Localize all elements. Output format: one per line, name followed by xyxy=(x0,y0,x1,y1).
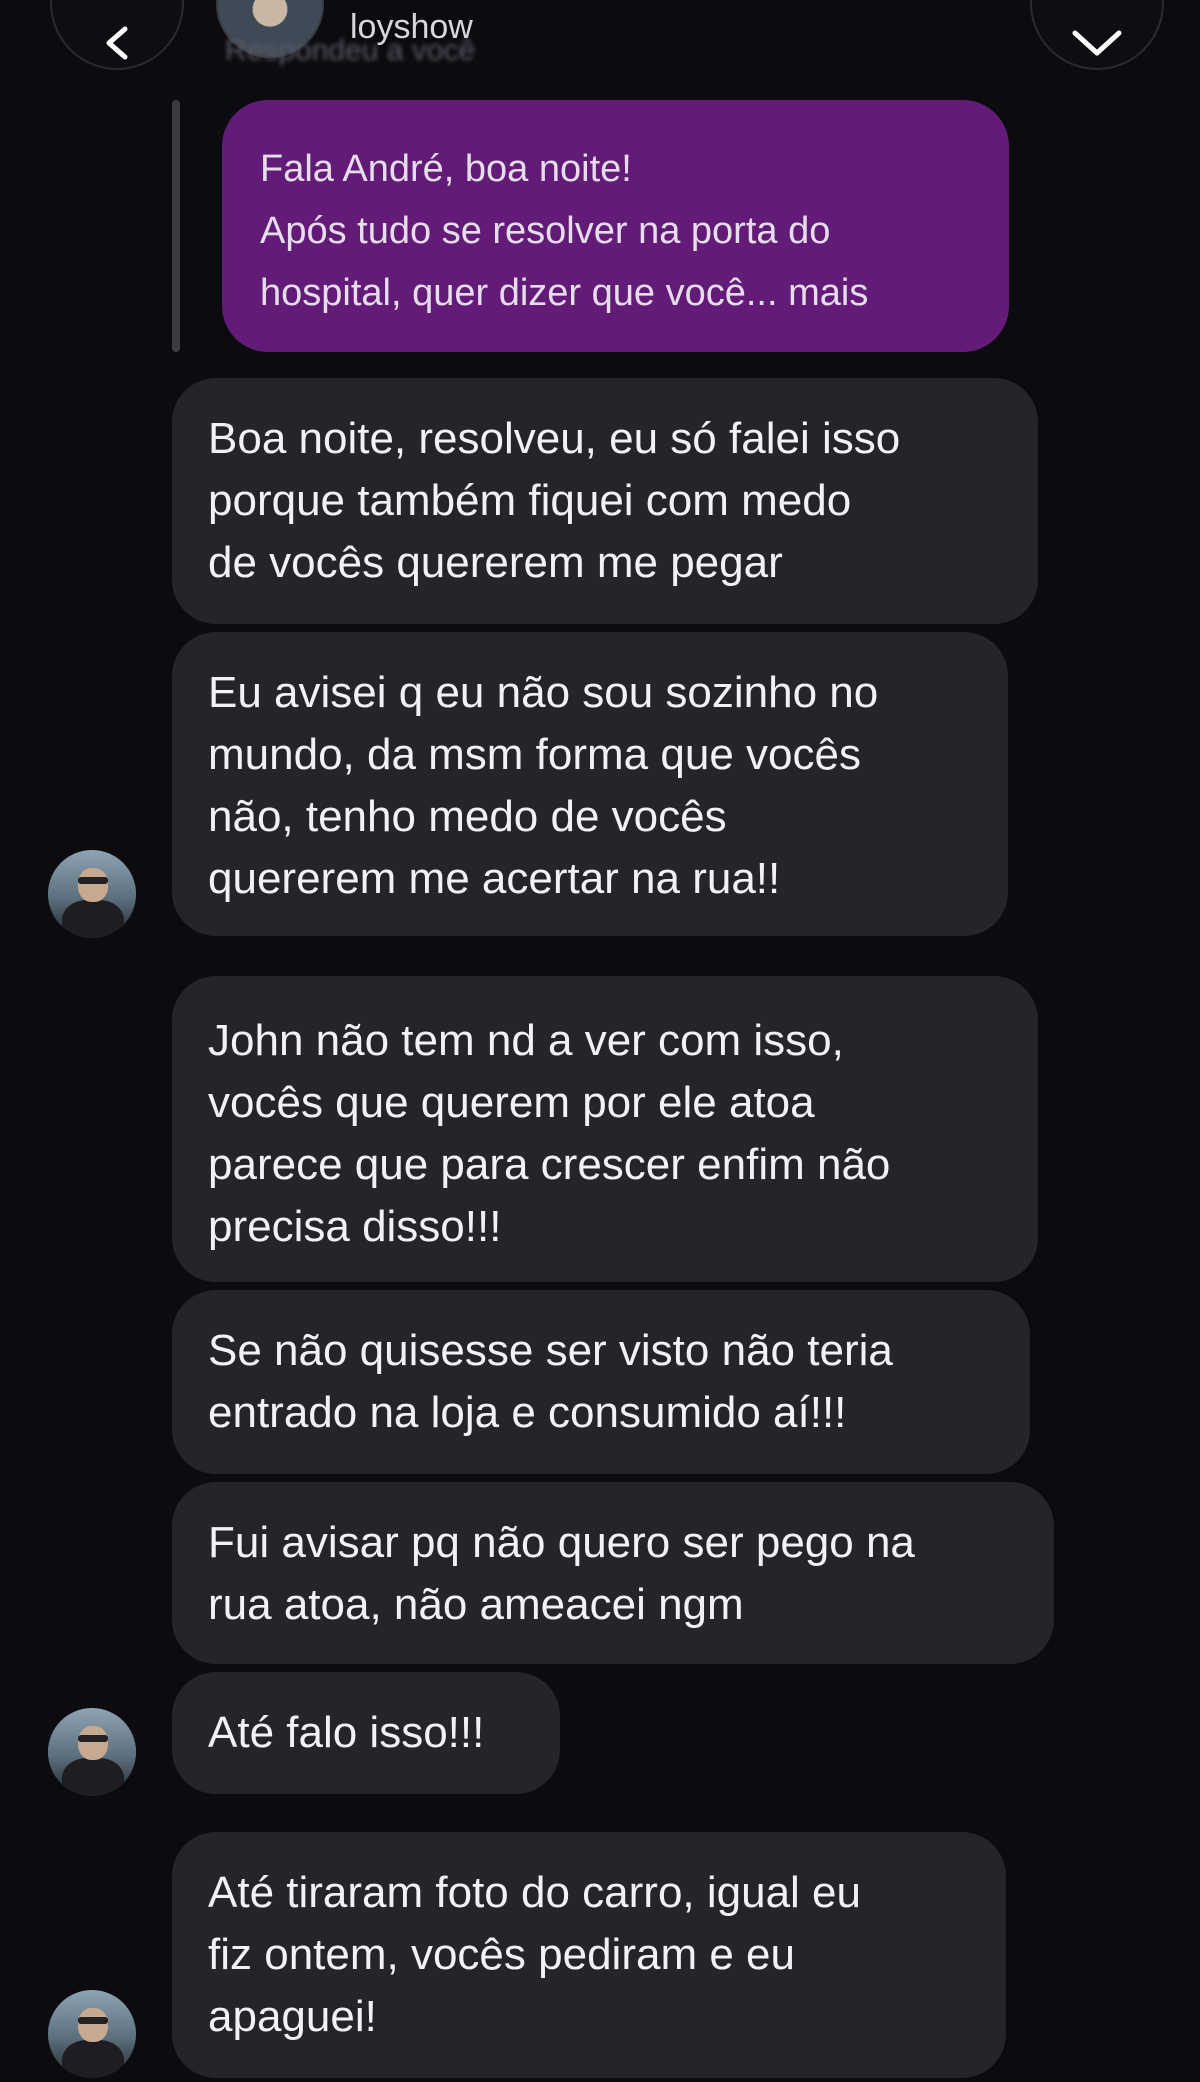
message-line: Boa noite, resolveu, eu só falei isso xyxy=(208,414,901,463)
quoted-line: hospital, quer dizer que você... mais xyxy=(260,272,869,314)
message-line: apaguei! xyxy=(208,1992,377,2041)
message-line: entrado na loja e consumido aí!!! xyxy=(208,1388,847,1437)
quoted-line: Fala André, boa noite! xyxy=(260,148,632,190)
message-line: Se não quisesse ser visto não teria xyxy=(208,1326,893,1375)
chat-header: Respondeu a você loyshow xyxy=(0,0,1200,80)
message-line: Até tiraram foto do carro, igual eu xyxy=(208,1868,861,1917)
quoted-message-bubble[interactable]: Fala André, boa noite! Após tudo se reso… xyxy=(222,100,1009,352)
message-bubble[interactable]: Boa noite, resolveu, eu só falei isso po… xyxy=(172,378,1038,624)
message-line: Fui avisar pq não quero ser pego na xyxy=(208,1518,915,1567)
header-username[interactable]: loyshow xyxy=(350,8,473,47)
message-line: de vocês quererem me pegar xyxy=(208,538,783,587)
sender-avatar[interactable] xyxy=(48,1990,136,2078)
message-bubble[interactable]: John não tem nd a ver com isso, vocês qu… xyxy=(172,976,1038,1282)
message-line: Até falo isso!!! xyxy=(208,1708,485,1757)
message-line: rua atoa, não ameacei ngm xyxy=(208,1580,744,1629)
menu-button[interactable] xyxy=(1030,0,1164,70)
message-line: John não tem nd a ver com isso, xyxy=(208,1016,844,1065)
message-bubble[interactable]: Se não quisesse ser visto não teria entr… xyxy=(172,1290,1030,1474)
message-line: Eu avisei q eu não sou sozinho no xyxy=(208,668,879,717)
message-bubble[interactable]: Eu avisei q eu não sou sozinho no mundo,… xyxy=(172,632,1008,936)
message-line: quererem me acertar na rua!! xyxy=(208,854,781,903)
message-line: parece que para crescer enfim não xyxy=(208,1140,891,1189)
quoted-line: Após tudo se resolver na porta do xyxy=(260,210,831,252)
message-line: fiz ontem, vocês pediram e eu xyxy=(208,1930,795,1979)
message-line: não, tenho medo de vocês xyxy=(208,792,727,841)
message-bubble[interactable]: Até falo isso!!! xyxy=(172,1672,560,1794)
message-line: porque também fiquei com medo xyxy=(208,476,852,525)
message-line: precisa disso!!! xyxy=(208,1202,502,1251)
sender-avatar[interactable] xyxy=(48,850,136,938)
reply-indicator-line xyxy=(172,100,180,352)
sender-avatar[interactable] xyxy=(48,1708,136,1796)
message-line: vocês que querem por ele atoa xyxy=(208,1078,815,1127)
back-button[interactable] xyxy=(50,0,184,70)
chevron-down-icon xyxy=(1072,30,1122,56)
message-line: mundo, da msm forma que vocês xyxy=(208,730,861,779)
chevron-left-icon xyxy=(106,26,128,60)
message-bubble[interactable]: Fui avisar pq não quero ser pego na rua … xyxy=(172,1482,1054,1664)
message-bubble[interactable]: Até tiraram foto do carro, igual eu fiz … xyxy=(172,1832,1006,2078)
